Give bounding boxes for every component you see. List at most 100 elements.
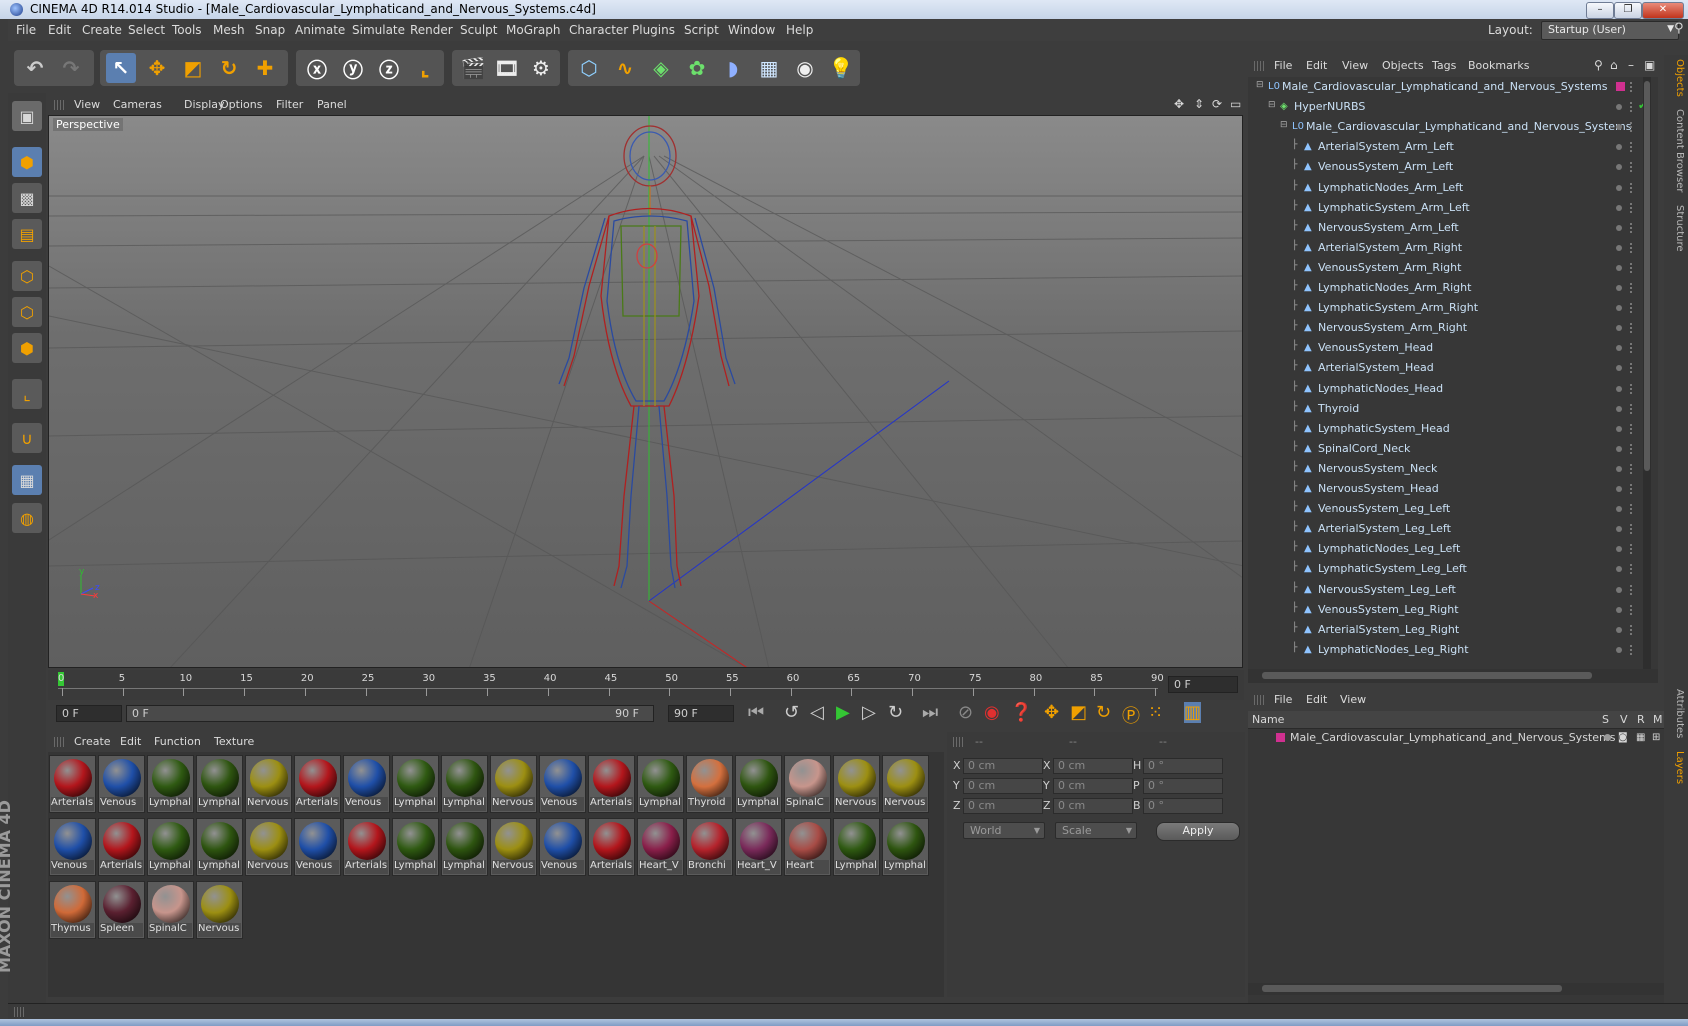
live-selection-icon[interactable]: ↖	[106, 53, 136, 83]
material-thumbnail[interactable]: Venous	[98, 755, 145, 813]
tab-layers[interactable]: Layers	[1667, 751, 1685, 784]
layer-col-solo[interactable]: S	[1602, 713, 1609, 726]
material-thumbnail[interactable]: Lymphal	[441, 818, 488, 876]
material-thumbnail[interactable]: Lymphal	[147, 755, 194, 813]
render-visibility-dots[interactable]	[1630, 122, 1635, 133]
layer-hscroll[interactable]	[1248, 983, 1664, 995]
material-thumbnail[interactable]: Lymphal	[637, 755, 684, 813]
menu-edit[interactable]: Edit	[48, 23, 71, 37]
timeline-window-icon[interactable]: ▥	[1184, 702, 1202, 723]
object-hscroll-thumb[interactable]	[1262, 672, 1592, 679]
render-visibility-dots[interactable]	[1630, 343, 1635, 354]
light-icon[interactable]: 💡	[826, 53, 856, 83]
material-thumbnail[interactable]: Venous	[294, 818, 341, 876]
panel-grip-icon[interactable]	[54, 737, 64, 747]
object-row[interactable]: ├ ▲ LymphaticSystem_Head	[1248, 419, 1658, 439]
search-icon[interactable]: ⚲	[1594, 58, 1603, 72]
render-visibility-dots[interactable]	[1630, 222, 1635, 233]
material-thumbnail[interactable]: Nervous	[245, 755, 292, 813]
object-name[interactable]: VenousSystem_Leg_Right	[1318, 603, 1459, 616]
menu-plugins[interactable]: Plugins	[632, 23, 675, 37]
material-thumbnail[interactable]: Nervous	[245, 818, 292, 876]
object-row[interactable]: ├ ▲ Thyroid	[1248, 399, 1658, 419]
render-visibility-dots[interactable]	[1630, 383, 1635, 394]
current-frame-field[interactable]: 0 F	[1168, 676, 1238, 693]
points-mode-icon[interactable]: ⬡	[12, 261, 42, 291]
material-thumbnail[interactable]: Lymphal	[392, 818, 439, 876]
coord-rot-field[interactable]: 0 °	[1143, 758, 1223, 774]
render-visibility-dots[interactable]	[1630, 504, 1635, 515]
object-name[interactable]: LymphaticSystem_Arm_Right	[1318, 301, 1478, 314]
object-row[interactable]: ├ ▲ NervousSystem_Head	[1248, 479, 1658, 499]
material-thumbnail[interactable]: Venous	[343, 755, 390, 813]
material-thumbnail[interactable]: SpinalC	[147, 881, 194, 939]
previous-frame-icon[interactable]: ◁	[810, 702, 824, 723]
material-thumbnail[interactable]: Nervous	[833, 755, 880, 813]
object-vscroll-thumb[interactable]	[1644, 81, 1650, 471]
layer-col-manager[interactable]: M	[1653, 713, 1663, 726]
object-row[interactable]: ⊟ L0 Male_Cardiovascular_Lymphaticand_and_…	[1248, 117, 1658, 137]
model-mode-icon[interactable]: ⬢	[12, 147, 42, 177]
visibility-dot[interactable]	[1616, 546, 1622, 553]
autokey-icon[interactable]: ❓	[1010, 702, 1032, 723]
object-menu-edit[interactable]: Edit	[1306, 59, 1327, 72]
panel-grip-icon[interactable]	[1254, 695, 1264, 705]
object-name[interactable]: VenousSystem_Leg_Left	[1318, 502, 1450, 515]
start-frame-field[interactable]: 0 F	[56, 705, 122, 722]
move-icon[interactable]: ✥	[142, 53, 172, 83]
axis-mode-icon[interactable]: ⌞	[12, 379, 42, 409]
tab-attributes[interactable]: Attributes	[1667, 689, 1685, 738]
visibility-dot[interactable]	[1616, 646, 1622, 653]
redo-icon[interactable]: ↷	[56, 53, 86, 83]
visibility-dot[interactable]	[1616, 586, 1622, 593]
visibility-dot[interactable]	[1616, 486, 1622, 492]
menu-script[interactable]: Script	[684, 23, 719, 37]
menu-character[interactable]: Character	[569, 23, 628, 37]
material-thumbnail[interactable]: Lymphal	[392, 755, 439, 813]
layer-color-swatch[interactable]	[1276, 733, 1285, 742]
render-visibility-dots[interactable]	[1630, 303, 1635, 314]
texture-mode-icon[interactable]: ▩	[12, 183, 42, 213]
visibility-dot[interactable]	[1616, 184, 1622, 191]
play-icon[interactable]: ▶	[836, 702, 850, 723]
object-name[interactable]: LymphaticSystem_Leg_Left	[1318, 562, 1467, 575]
render-visibility-dots[interactable]	[1630, 423, 1635, 434]
material-thumbnail[interactable]: Arterials	[49, 755, 96, 813]
render-visibility-dots[interactable]	[1630, 182, 1635, 193]
frame-range-slider[interactable]: 0 F 90 F	[126, 705, 654, 722]
material-thumbnail[interactable]: SpinalC	[784, 755, 831, 813]
material-thumbnail[interactable]: Nervous	[196, 881, 243, 939]
layer-col-name[interactable]: Name	[1252, 713, 1284, 726]
zoom-view-icon[interactable]: ⇕	[1194, 97, 1204, 111]
panel-grip-icon[interactable]	[14, 1007, 24, 1017]
material-thumbnail[interactable]: Lymphal	[196, 755, 243, 813]
object-name[interactable]: NervousSystem_Neck	[1318, 462, 1437, 475]
rotate-view-icon[interactable]: ⟳	[1212, 97, 1222, 111]
render-visibility-dots[interactable]	[1630, 544, 1635, 555]
panel-grip-icon[interactable]	[1254, 61, 1264, 71]
panel-grip-icon[interactable]	[54, 100, 64, 110]
coord-size-field[interactable]: 0 cm	[1053, 758, 1133, 774]
render-visibility-dots[interactable]	[1630, 584, 1635, 595]
layer-hscroll-thumb[interactable]	[1262, 985, 1562, 992]
timeline-ruler[interactable]: 0 5 10 15 20 25 30 35 40 45 50 55 60 65 70 75 80 85 90 0 F	[48, 670, 1244, 700]
render-visibility-dots[interactable]	[1630, 463, 1635, 474]
visibility-dot[interactable]	[1616, 405, 1622, 412]
object-row[interactable]: ├ ▲ VenousSystem_Leg_Right	[1248, 600, 1658, 620]
array-icon[interactable]: ✿	[682, 53, 712, 83]
home-icon[interactable]: ⌂	[1610, 58, 1618, 72]
render-visibility-dots[interactable]	[1630, 323, 1635, 334]
coord-size-field[interactable]: 0 cm	[1053, 798, 1133, 814]
material-thumbnail[interactable]: Lymphal	[735, 755, 782, 813]
maximize-view-icon[interactable]: ▭	[1230, 97, 1241, 111]
object-name[interactable]: ArterialSystem_Head	[1318, 361, 1434, 374]
material-menu-edit[interactable]: Edit	[120, 735, 141, 748]
material-thumbnail[interactable]: Lymphal	[833, 818, 880, 876]
menu-simulate[interactable]: Simulate	[352, 23, 405, 37]
go-to-end-icon[interactable]: ⏭	[922, 702, 938, 723]
object-name[interactable]: Male_Cardiovascular_Lymphaticand_and_Ner…	[1282, 80, 1607, 93]
object-vscroll-track[interactable]	[1643, 77, 1651, 669]
object-row[interactable]: ├ ▲ NervousSystem_Neck	[1248, 459, 1658, 479]
manager-icon[interactable]: ⊞	[1652, 732, 1660, 743]
keyframe-selection-icon[interactable]: ⊘	[958, 702, 973, 723]
